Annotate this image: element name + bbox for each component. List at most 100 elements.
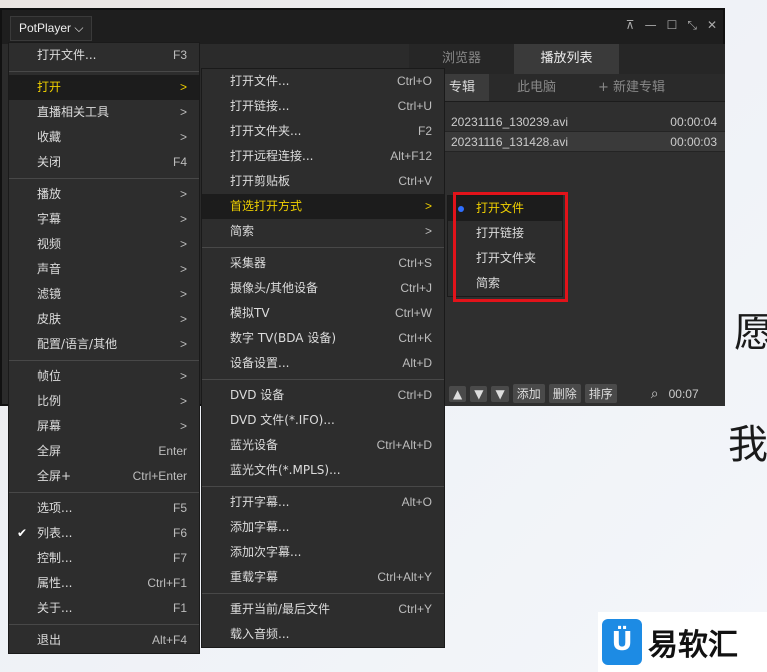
subtab-this-pc[interactable]: 此电脑: [489, 74, 584, 101]
menu-item-shortcut: F7: [172, 551, 187, 565]
menu-item-shortcut: Ctrl+Y: [398, 602, 432, 616]
menu-item-shortcut: F4: [172, 155, 187, 169]
main-menu-item[interactable]: 字幕 >: [9, 207, 199, 232]
menu-item-shortcut: Ctrl+W: [395, 306, 432, 320]
main-menu-item[interactable]: 全屏+ Ctrl+Enter: [9, 464, 199, 489]
main-menu-item[interactable]: 控制... F7: [9, 546, 199, 571]
logo-text: 易软汇: [648, 628, 738, 663]
menu-separator: [202, 593, 444, 594]
menu-item-shortcut: F5: [172, 501, 187, 515]
main-menu-item[interactable]: 配置/语言/其他 >: [9, 332, 199, 357]
main-menu-item[interactable]: ✔ 列表... F6: [9, 521, 199, 546]
menu-item-shortcut: >: [179, 212, 187, 226]
main-menu-item[interactable]: 关于... F1: [9, 596, 199, 621]
move-down-button[interactable]: ▼: [470, 385, 488, 402]
subtab-new-album[interactable]: + 新建专辑: [584, 74, 679, 101]
add-button[interactable]: 添加: [512, 384, 545, 403]
menu-item-label: 属性...: [37, 576, 73, 590]
background-calligraphy-2: 我: [728, 422, 767, 468]
menu-item-label: 选项...: [37, 501, 73, 515]
highlight-annotation-box: [453, 192, 568, 302]
open-menu-item[interactable]: 打开远程连接... Alt+F12: [202, 144, 444, 169]
menu-item-label: 数字 TV(BDA 设备): [230, 331, 337, 345]
main-menu-item[interactable]: 选项... F5: [9, 496, 199, 521]
menu-item-label: 添加字幕...: [230, 520, 290, 534]
menu-item-label: 重开当前/最后文件: [230, 602, 331, 616]
menu-item-shortcut: >: [179, 394, 187, 408]
menu-item-label: 列表...: [37, 526, 73, 540]
menu-item-label: 打开文件...: [230, 74, 290, 88]
open-menu-item[interactable]: DVD 设备 Ctrl+D: [202, 383, 444, 408]
menu-item-label: 蓝光设备: [230, 438, 279, 452]
file-name: 20231116_131428.avi: [451, 135, 568, 149]
fullscreen-icon[interactable]: ⤡: [687, 18, 697, 33]
main-menu-item[interactable]: 关闭 F4: [9, 150, 199, 175]
menu-item-shortcut: Ctrl+D: [397, 388, 432, 402]
open-menu-item[interactable]: 打开文件... Ctrl+O: [202, 69, 444, 94]
open-menu-item[interactable]: 添加字幕...: [202, 515, 444, 540]
open-menu-item[interactable]: 打开字幕... Alt+O: [202, 490, 444, 515]
main-menu-item[interactable]: 比例 >: [9, 389, 199, 414]
open-menu-item[interactable]: 设备设置... Alt+D: [202, 351, 444, 376]
main-menu-item[interactable]: 视频 >: [9, 232, 199, 257]
main-menu-item[interactable]: 属性... Ctrl+F1: [9, 571, 199, 596]
menu-item-label: DVD 文件(*.IFO)...: [230, 413, 335, 427]
open-menu-item[interactable]: 首选打开方式 >: [202, 194, 444, 219]
menu-item-label: 打开剪贴板: [230, 174, 291, 188]
main-menu-item[interactable]: 直播相关工具 >: [9, 100, 199, 125]
open-menu-item[interactable]: 重开当前/最后文件 Ctrl+Y: [202, 597, 444, 622]
menu-separator: [9, 624, 199, 625]
open-menu-item[interactable]: 简索 >: [202, 219, 444, 244]
tab-playlist[interactable]: 播放列表: [514, 44, 619, 74]
open-menu-item[interactable]: 打开链接... Ctrl+U: [202, 94, 444, 119]
open-menu-item[interactable]: 采集器 Ctrl+S: [202, 251, 444, 276]
menu-item-label: 全屏+: [37, 469, 72, 483]
main-menu-item[interactable]: 打开 >: [9, 75, 199, 100]
menu-item-shortcut: >: [179, 187, 187, 201]
menu-item-shortcut: Alt+O: [401, 495, 432, 509]
move-up-button[interactable]: ▲: [449, 385, 467, 402]
menu-item-label: 直播相关工具: [37, 105, 110, 119]
menu-item-label: 关闭: [37, 155, 62, 169]
menu-item-shortcut: Alt+F4: [151, 633, 187, 647]
main-menu-item[interactable]: 声音 >: [9, 257, 199, 282]
open-menu-item[interactable]: 打开剪贴板 Ctrl+V: [202, 169, 444, 194]
open-menu-item[interactable]: 重载字幕 Ctrl+Alt+Y: [202, 565, 444, 590]
open-menu-item[interactable]: 模拟TV Ctrl+W: [202, 301, 444, 326]
main-context-menu: 打开文件... F3 打开 > 直播相关工具 > 收藏 > 关闭 F4 播放 > 字幕 > 视频 > 声音 > 滤镜…: [8, 42, 200, 654]
minimize-icon[interactable]: —: [645, 18, 657, 33]
open-menu-item[interactable]: 蓝光文件(*.MPLS)...: [202, 458, 444, 483]
main-menu-item[interactable]: 退出 Alt+F4: [9, 628, 199, 653]
open-menu-item[interactable]: 摄像头/其他设备 Ctrl+J: [202, 276, 444, 301]
playlist-row[interactable]: 20231116_130239.avi 00:00:04: [409, 112, 725, 132]
main-menu-item[interactable]: 皮肤 >: [9, 307, 199, 332]
open-menu-item[interactable]: 蓝光设备 Ctrl+Alt+D: [202, 433, 444, 458]
pin-icon[interactable]: ⊼: [626, 18, 635, 33]
main-menu-item[interactable]: 播放 >: [9, 182, 199, 207]
open-menu-item[interactable]: 添加次字幕...: [202, 540, 444, 565]
sort-button[interactable]: 排序: [584, 384, 617, 403]
open-menu-item[interactable]: DVD 文件(*.IFO)...: [202, 408, 444, 433]
move-bottom-button[interactable]: ▼: [491, 385, 509, 402]
potplayer-menu-button[interactable]: PotPlayer ⌵: [10, 16, 93, 41]
maximize-icon[interactable]: ☐: [667, 18, 678, 33]
delete-button[interactable]: 删除: [548, 384, 581, 403]
close-icon[interactable]: ✕: [707, 18, 717, 33]
main-menu-item[interactable]: 全屏 Enter: [9, 439, 199, 464]
main-menu-item[interactable]: 屏幕 >: [9, 414, 199, 439]
playlist-row[interactable]: 20231116_131428.avi 00:00:03: [409, 132, 725, 152]
menu-item-shortcut: F6: [172, 526, 187, 540]
menu-item-label: 播放: [37, 187, 62, 201]
open-menu-item[interactable]: 载入音频...: [202, 622, 444, 647]
open-submenu: 打开文件... Ctrl+O 打开链接... Ctrl+U 打开文件夹... F2 打开远程…: [201, 68, 445, 648]
main-menu-item[interactable]: 收藏 >: [9, 125, 199, 150]
main-menu-item[interactable]: 滤镜 >: [9, 282, 199, 307]
window-controls: ⊼ — ☐ ⤡ ✕: [626, 18, 717, 33]
open-menu-item[interactable]: 数字 TV(BDA 设备) Ctrl+K: [202, 326, 444, 351]
menu-item-label: 采集器: [230, 256, 267, 270]
main-menu-item[interactable]: 帧位 >: [9, 364, 199, 389]
search-icon[interactable]: ⌕: [651, 386, 659, 402]
main-menu-item[interactable]: 打开文件... F3: [9, 43, 199, 68]
open-menu-item[interactable]: 打开文件夹... F2: [202, 119, 444, 144]
menu-item-label: 简索: [230, 224, 255, 238]
